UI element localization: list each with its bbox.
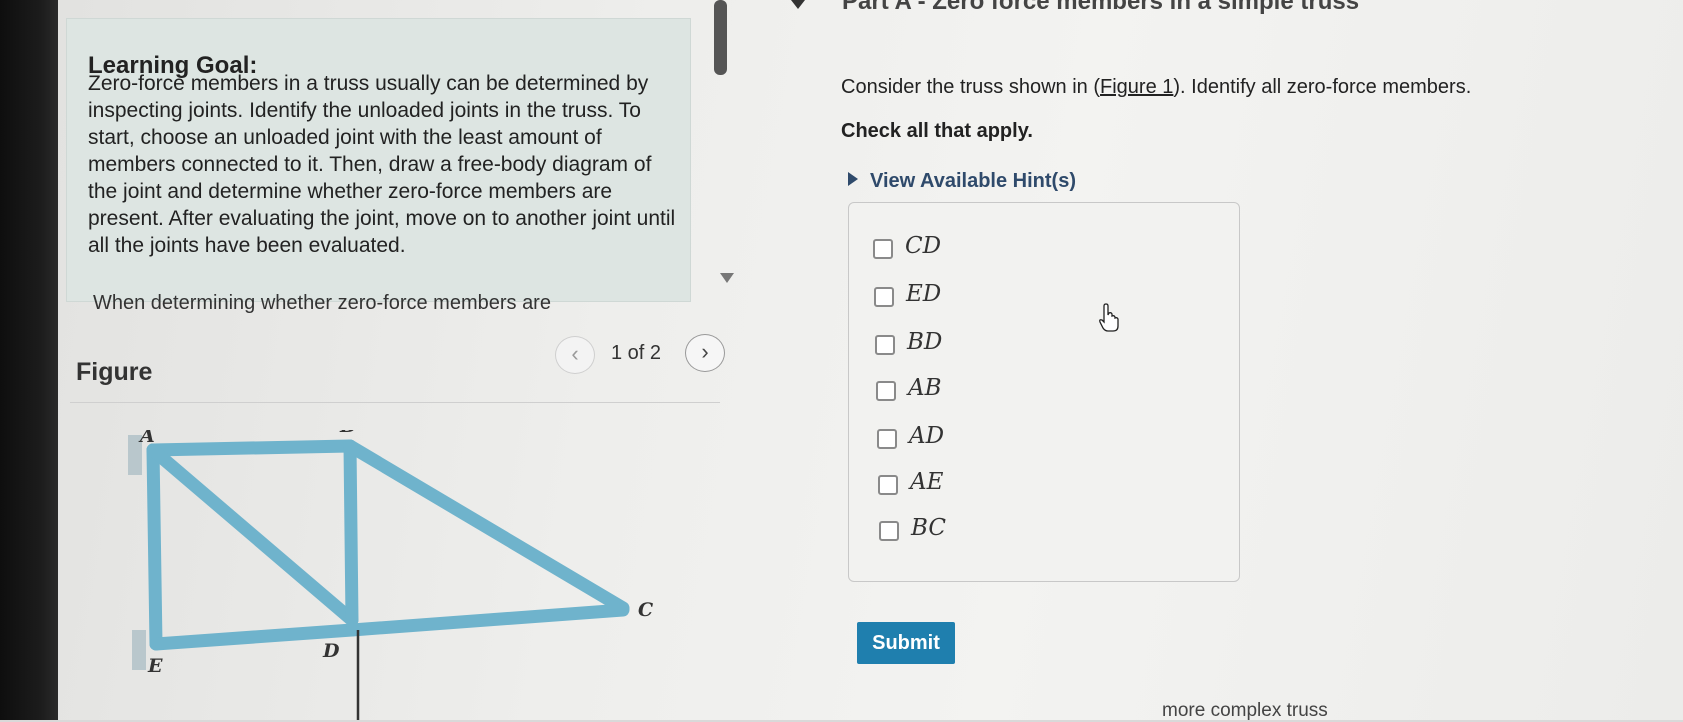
option-label: BC [911,515,946,541]
browser-content: Learning Goal: Zero-force members in a t… [58,0,1683,721]
option-label: ED [906,281,942,307]
joint-label-c: C [638,599,653,621]
member-ae [146,443,163,651]
truss-diagram: A B C D E [128,430,653,720]
joint-label-a: A [138,430,155,447]
figure-title: Figure [76,358,153,386]
member-dc [345,603,630,637]
caret-right-icon [848,172,858,186]
screen-bezel [0,0,58,720]
learning-goal-text: Zero-force members in a truss usually ca… [88,72,676,257]
member-bc [343,439,630,615]
option-checkbox[interactable] [876,381,896,401]
option-checkbox[interactable] [874,287,894,307]
option-checkbox[interactable] [878,475,898,495]
member-ad [146,443,359,627]
scrollbar-thumb[interactable] [714,0,727,75]
instruction-text: Check all that apply. [841,120,1033,142]
figure-prev-button[interactable]: ‹ [555,336,595,374]
figure-next-button[interactable]: › [685,334,725,372]
next-section-text: more complex truss [1162,700,1328,721]
option-checkbox[interactable] [873,239,893,259]
chevron-left-icon: ‹ [571,341,579,366]
option-label: AD [909,423,945,449]
answer-options-box: CD ED BD AB AD AE BC [848,202,1240,582]
collapse-part-icon[interactable] [791,0,805,9]
submit-button[interactable]: Submit [857,622,955,664]
option-label: CD [905,233,942,259]
question-prompt: Consider the truss shown in (Figure 1). … [841,76,1471,99]
prompt-text-end: ). Identify all zero-force members. [1173,76,1472,98]
member-bd [343,439,359,627]
joint-label-d: D [322,640,340,662]
scroll-down-icon[interactable] [720,273,734,283]
hand-cursor-icon [1099,303,1119,332]
option-checkbox[interactable] [875,335,895,355]
option-label: BD [907,329,943,355]
option-label: AB [908,375,942,401]
part-title: Part A - Zero force members in a simple … [842,0,1360,15]
figure-divider [70,402,720,403]
hint-label: View Available Hint(s) [870,170,1076,192]
option-checkbox[interactable] [877,429,897,449]
option-label: AE [910,469,944,495]
figure-link[interactable]: Figure 1 [1100,76,1173,98]
chevron-right-icon: › [701,339,709,364]
member-ab [146,439,357,457]
figure-pager-label: 1 of 2 [611,342,662,364]
learning-goal-continuation: When determining whether zero-force memb… [93,292,551,314]
joint-label-b: B [339,430,356,437]
view-hints-toggle[interactable]: View Available Hint(s) [848,170,1076,193]
joint-label-e: E [147,655,163,677]
prompt-text-start: Consider the truss shown in ( [841,76,1101,98]
option-checkbox[interactable] [879,521,899,541]
support-e [132,630,146,670]
